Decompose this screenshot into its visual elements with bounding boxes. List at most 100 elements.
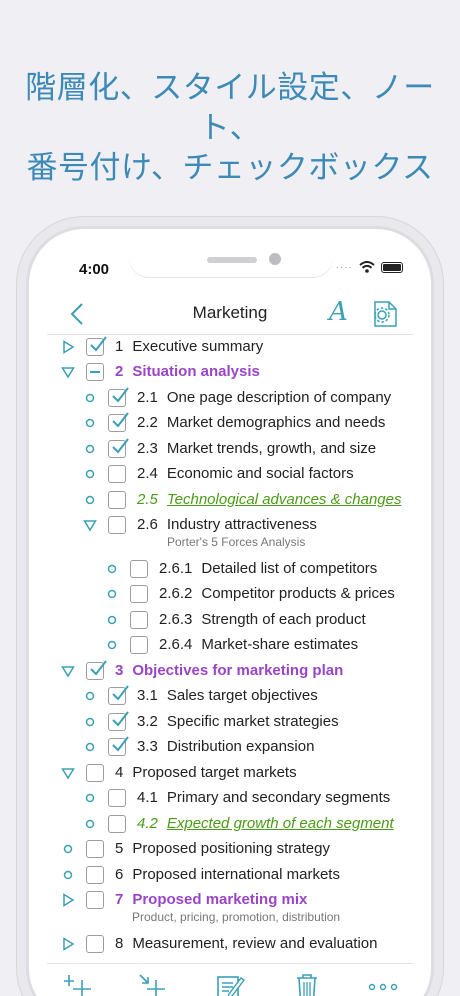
row-checkbox[interactable] xyxy=(86,660,107,680)
disclosure-expanded-icon[interactable] xyxy=(61,664,75,678)
row-checkbox[interactable] xyxy=(130,636,148,654)
row-text: 2.6.1 Detailed list of competitors xyxy=(159,560,377,577)
row-number: 3 xyxy=(115,662,124,679)
row-number: 3.3 xyxy=(137,738,158,755)
leaf-bullet-icon xyxy=(85,495,95,505)
outline-row[interactable]: 2.5 Technological advances & changes xyxy=(47,491,413,515)
row-number: 5 xyxy=(115,840,124,857)
outline-row[interactable]: 3.2 Specific market strategies xyxy=(47,711,413,737)
promo-line-2: 番号付け、チェックボックス xyxy=(26,150,434,186)
font-style-icon[interactable]: A xyxy=(329,297,348,327)
checkmark-icon xyxy=(90,336,107,352)
row-label: Expected growth of each segment xyxy=(166,815,394,832)
outline-row[interactable]: 6 Proposed international markets xyxy=(47,866,413,890)
row-text: 2.6.2 Competitor products & prices xyxy=(159,585,395,602)
row-note: Product, pricing, promotion, distributio… xyxy=(132,910,341,924)
disclosure-collapsed-icon[interactable] xyxy=(61,937,75,951)
row-label: Market-share estimates xyxy=(201,636,359,653)
outline-row[interactable]: 2.3 Market trends, growth, and size xyxy=(47,438,413,464)
row-checkbox[interactable] xyxy=(108,438,129,458)
row-text: 6 Proposed international markets xyxy=(115,866,340,883)
row-text: 8 Measurement, review and evaluation xyxy=(115,935,377,952)
outline-row[interactable]: 7 Proposed marketing mix Product, pricing,… xyxy=(47,891,413,931)
row-checkbox[interactable] xyxy=(130,585,148,603)
row-checkbox[interactable] xyxy=(108,711,129,731)
row-checkbox[interactable] xyxy=(108,387,129,407)
row-checkbox[interactable] xyxy=(108,465,126,483)
row-number: 4 xyxy=(115,764,124,781)
row-checkbox[interactable] xyxy=(108,685,129,705)
outline-row[interactable]: 2.6.3 Strength of each product xyxy=(47,611,413,635)
row-checkbox[interactable] xyxy=(86,764,104,782)
disclosure-expanded-icon[interactable] xyxy=(61,365,75,379)
outline-row[interactable]: 4.1 Primary and secondary segments xyxy=(47,789,413,813)
checkmark-icon xyxy=(90,660,107,676)
disclosure-expanded-icon[interactable] xyxy=(61,766,75,780)
outline-row[interactable]: 2.6 Industry attractiveness Porter's 5 For… xyxy=(47,516,413,556)
row-label: Strength of each product xyxy=(201,611,366,628)
phone-volume-down xyxy=(20,455,25,513)
promo-line-1: 階層化、スタイル設定、ノート、 xyxy=(25,70,435,146)
row-label: Industry attractiveness xyxy=(166,516,317,533)
checkmark-icon xyxy=(112,685,129,701)
add-child-icon[interactable] xyxy=(137,972,169,996)
row-checkbox[interactable] xyxy=(130,611,148,629)
row-checkbox[interactable] xyxy=(86,891,104,909)
phone-power-button xyxy=(435,420,440,510)
more-icon[interactable] xyxy=(367,972,399,996)
outline-row[interactable]: 2.4 Economic and social factors xyxy=(47,465,413,489)
row-checkbox[interactable] xyxy=(86,840,104,858)
row-checkbox[interactable] xyxy=(86,363,104,381)
row-checkbox[interactable] xyxy=(86,866,104,884)
row-text: 2.3 Market trends, growth, and size xyxy=(137,440,376,457)
leaf-bullet-icon xyxy=(63,870,73,880)
outline-row[interactable]: 1 Executive summary xyxy=(47,336,413,362)
row-checkbox[interactable] xyxy=(108,815,126,833)
outline-row[interactable]: 2.2 Market demographics and needs xyxy=(47,412,413,438)
row-label: Executive summary xyxy=(132,338,264,355)
leaf-bullet-icon xyxy=(85,819,95,829)
row-text: 2.6.3 Strength of each product xyxy=(159,611,366,628)
outline-row[interactable]: 3 Objectives for marketing plan xyxy=(47,660,413,686)
document-settings-icon[interactable] xyxy=(369,300,399,328)
outline-row[interactable]: 4.2 Expected growth of each segment xyxy=(47,815,413,839)
row-label: One page description of company xyxy=(166,389,392,406)
row-number: 2.1 xyxy=(137,389,158,406)
disclosure-expanded-icon[interactable] xyxy=(83,518,97,532)
disclosure-collapsed-icon[interactable] xyxy=(61,893,75,907)
row-checkbox[interactable] xyxy=(86,935,104,953)
row-checkbox[interactable] xyxy=(108,736,129,756)
leaf-bullet-icon xyxy=(85,469,95,479)
row-checkbox[interactable] xyxy=(108,516,126,534)
checkmark-icon xyxy=(112,736,129,752)
row-checkbox[interactable] xyxy=(108,412,129,432)
outline-row[interactable]: 2.1 One page description of company xyxy=(47,387,413,413)
row-checkbox[interactable] xyxy=(86,336,107,356)
outline-row[interactable]: 8 Measurement, review and evaluation xyxy=(47,935,413,959)
row-number: 2.5 xyxy=(137,491,158,508)
outline-row[interactable]: 4 Proposed target markets xyxy=(47,764,413,788)
outline-row[interactable]: 5 Proposed positioning strategy xyxy=(47,840,413,864)
row-checkbox[interactable] xyxy=(130,560,148,578)
add-sibling-icon[interactable] xyxy=(63,972,95,996)
outline-row[interactable]: 2.6.4 Market-share estimates xyxy=(47,636,413,660)
bottom-toolbar xyxy=(47,963,413,996)
row-checkbox[interactable] xyxy=(108,789,126,807)
row-checkbox[interactable] xyxy=(108,491,126,509)
row-text: 7 Proposed marketing mix xyxy=(115,891,307,908)
row-number: 2.6 xyxy=(137,516,158,533)
row-number: 2.6.1 xyxy=(159,560,193,577)
outline-row[interactable]: 3.1 Sales target objectives xyxy=(47,685,413,711)
row-label: Technological advances & changes xyxy=(166,491,402,508)
outline-row[interactable]: 2.6.2 Competitor products & prices xyxy=(47,585,413,609)
battery-icon xyxy=(381,261,403,273)
status-time: 4:00 xyxy=(79,261,110,278)
row-label: Primary and secondary segments xyxy=(166,789,391,806)
outline-row[interactable]: 3.3 Distribution expansion xyxy=(47,736,413,762)
outline-row[interactable]: 2.6.1 Detailed list of competitors xyxy=(47,560,413,584)
outline-row[interactable]: 2 Situation analysis xyxy=(47,363,413,387)
leaf-bullet-icon xyxy=(85,393,95,403)
edit-note-icon[interactable] xyxy=(215,972,247,996)
trash-icon[interactable] xyxy=(291,972,323,996)
disclosure-collapsed-icon[interactable] xyxy=(61,340,75,354)
